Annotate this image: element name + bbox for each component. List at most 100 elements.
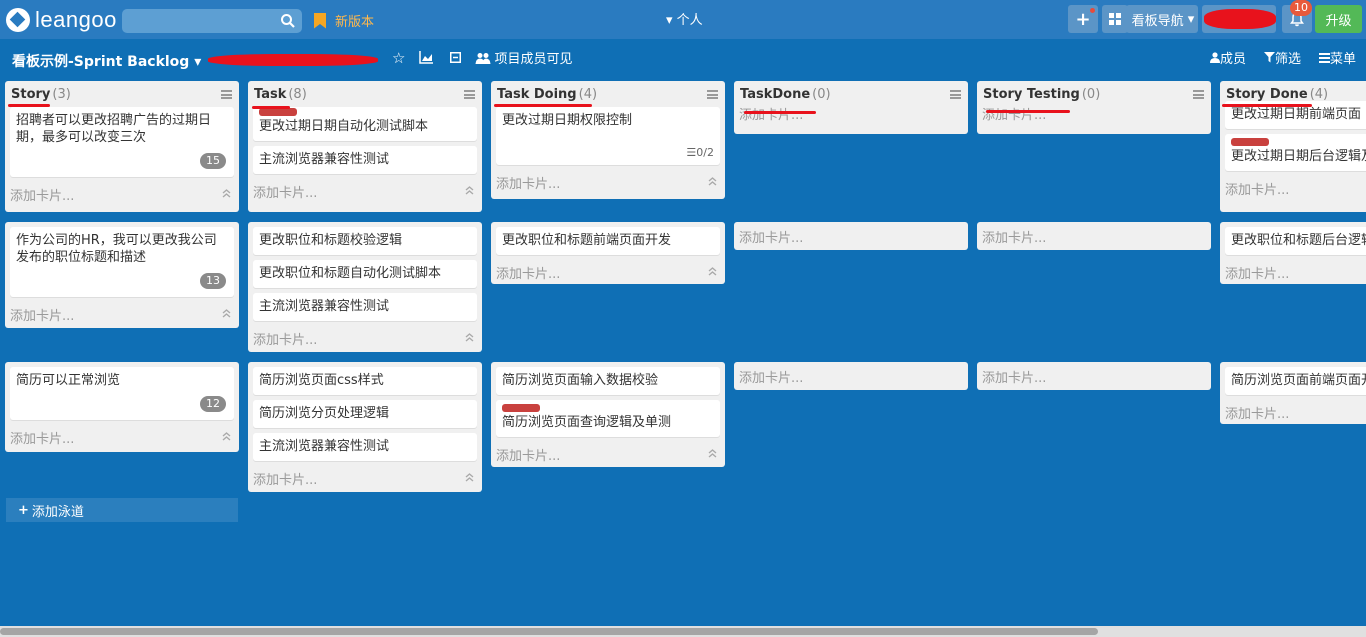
visibility-label: 项目成员可见 <box>494 52 573 67</box>
add-card-button[interactable]: 添加卡片... <box>491 260 725 285</box>
task-card[interactable]: 简历浏览分页处理逻辑 <box>253 400 477 428</box>
list-menu-icon[interactable] <box>464 90 475 99</box>
upgrade-button[interactable]: 升级 <box>1315 5 1362 33</box>
add-button[interactable]: + <box>1068 5 1098 33</box>
filter-button[interactable]: 筛选 <box>1263 48 1301 67</box>
task-card[interactable]: 更改职位和标题前端页面开发 <box>496 227 720 255</box>
add-card-label: 添加卡片... <box>982 107 1047 123</box>
collapse-icon[interactable] <box>708 449 717 458</box>
chart-icon[interactable] <box>419 51 434 64</box>
task-card[interactable]: 更改过期日期权限控制 ☰0/2 <box>496 107 720 165</box>
add-card-button[interactable]: 添加卡片... <box>248 326 482 351</box>
task-card[interactable]: 简历浏览页面css样式 <box>253 367 477 395</box>
story-card[interactable]: 更改过期日期后台逻辑及 <box>1225 134 1366 171</box>
add-card-button[interactable]: 添加卡片... <box>248 179 482 204</box>
card-count-badge: 13 <box>200 273 226 289</box>
list-taskdone-lane3: 添加卡片... <box>734 362 968 390</box>
task-card[interactable]: 主流浏览器兼容性测试 <box>253 146 477 174</box>
add-card-button[interactable]: 添加卡片... <box>977 362 1211 390</box>
column-count: (4) <box>578 86 598 102</box>
story-card[interactable]: 更改职位和标题后台逻辑 <box>1225 227 1366 255</box>
add-card-button[interactable]: 添加卡片... <box>248 466 482 491</box>
annotation-underline <box>252 106 290 109</box>
add-lane-label: 添加泳道 <box>31 504 84 520</box>
list-story-done-lane1: Story Done (4) 更改过期日期前端页面 更改过期日期后台逻辑及 添加卡… <box>1220 81 1366 212</box>
task-card[interactable]: 更改职位和标题自动化测试脚本 <box>253 260 477 288</box>
task-card[interactable]: 简历浏览页面输入数据校验 <box>496 367 720 395</box>
menu-button[interactable]: 菜单 <box>1318 48 1356 67</box>
card-title: 简历浏览分页处理逻辑 <box>259 406 390 421</box>
card-title: 更改职位和标题校验逻辑 <box>259 233 403 248</box>
star-icon[interactable]: ☆ <box>392 49 405 67</box>
add-card-button[interactable]: 添加卡片... <box>5 182 239 207</box>
add-card-button[interactable]: 添加卡片... <box>5 425 239 450</box>
collapse-icon[interactable] <box>465 333 474 342</box>
list-menu-icon[interactable] <box>221 90 232 99</box>
collapse-icon[interactable] <box>222 309 231 318</box>
board-title-dropdown[interactable]: 看板示例-Sprint Backlog ▾ <box>12 51 201 71</box>
add-card-button[interactable]: 添加卡片... <box>5 302 239 327</box>
card-title: 更改过期日期后台逻辑及 <box>1231 149 1366 164</box>
user-icon <box>1209 52 1220 63</box>
add-card-button[interactable]: 添加卡片... <box>734 362 968 390</box>
board-nav-dropdown[interactable]: 看板导航 ▾ <box>1126 5 1198 33</box>
column-title: Story Done <box>1226 86 1308 102</box>
list-menu-icon[interactable] <box>1193 90 1204 99</box>
add-card-button[interactable]: 添加卡片... <box>734 222 968 250</box>
collapse-icon[interactable] <box>708 267 717 276</box>
add-card-label: 添加卡片... <box>1225 183 1290 198</box>
task-card[interactable]: 简历浏览页面查询逻辑及单测 <box>496 400 720 437</box>
add-card-button[interactable]: 添加卡片... <box>1220 400 1366 425</box>
story-card[interactable]: 简历可以正常浏览 12 <box>10 367 234 420</box>
search-icon[interactable] <box>280 13 296 29</box>
add-card-button[interactable]: 添加卡片... <box>1220 260 1366 285</box>
story-card[interactable]: 作为公司的HR，我可以更改我公司发布的职位标题和描述 13 <box>10 227 234 297</box>
collapse-icon[interactable] <box>465 473 474 482</box>
card-title: 主流浏览器兼容性测试 <box>259 299 390 314</box>
visibility-setting[interactable]: 项目成员可见 <box>475 48 572 67</box>
search-input[interactable] <box>122 9 302 33</box>
list-menu-icon[interactable] <box>707 90 718 99</box>
add-lane-button[interactable]: + 添加泳道 <box>6 498 238 522</box>
collapse-icon[interactable] <box>222 189 231 198</box>
add-card-label: 添加卡片... <box>253 333 318 348</box>
task-card[interactable]: 更改职位和标题校验逻辑 <box>253 227 477 255</box>
task-card[interactable]: 更改过期日期自动化测试脚本 <box>253 107 477 141</box>
personal-label: 个人 <box>676 13 703 28</box>
new-version-label: 新版本 <box>335 15 375 30</box>
personal-dropdown[interactable]: ▾ 个人 <box>666 9 703 28</box>
user-menu[interactable] <box>1202 5 1276 33</box>
collapse-icon[interactable] <box>708 177 717 186</box>
add-card-label: 添加卡片... <box>1225 267 1290 282</box>
add-card-button[interactable]: 添加卡片... <box>491 442 725 467</box>
column-title: Story <box>11 86 51 102</box>
redacted-username <box>1204 9 1276 29</box>
add-card-label: 添加卡片... <box>1225 407 1290 422</box>
members-button[interactable]: 成员 <box>1209 48 1246 67</box>
add-card-button[interactable]: 添加卡片... <box>977 101 1211 125</box>
story-card[interactable]: 简历浏览页面前端页面开 <box>1225 367 1366 395</box>
list-menu-icon[interactable] <box>950 90 961 99</box>
collapse-icon[interactable] <box>222 432 231 441</box>
column-header-task[interactable]: Task (8) <box>248 81 482 107</box>
list-story-testing-lane2: 添加卡片... <box>977 222 1211 250</box>
archive-icon[interactable] <box>450 52 462 63</box>
grid-button[interactable] <box>1102 5 1128 33</box>
add-card-button[interactable]: 添加卡片... <box>1220 176 1366 201</box>
scrollbar-thumb[interactable] <box>0 628 1098 635</box>
logo[interactable]: leangoo <box>6 7 117 33</box>
task-card[interactable]: 主流浏览器兼容性测试 <box>253 433 477 461</box>
new-version-link[interactable]: 新版本 <box>314 11 374 30</box>
horizontal-scrollbar[interactable] <box>0 626 1366 637</box>
list-taskdone-lane1: TaskDone (0) 添加卡片... <box>734 81 968 134</box>
story-card[interactable]: 招聘者可以更改招聘广告的过期日期，最多可以改变三次 15 <box>10 107 234 177</box>
plus-icon: + <box>18 502 29 518</box>
card-title: 简历浏览页面查询逻辑及单测 <box>502 415 672 430</box>
task-card[interactable]: 主流浏览器兼容性测试 <box>253 293 477 321</box>
card-title: 更改过期日期权限控制 <box>502 113 633 128</box>
board-right-tools: 成员 筛选 菜单 <box>1209 48 1356 67</box>
add-card-button[interactable]: 添加卡片... <box>491 170 725 195</box>
annotation-underline <box>986 110 1070 113</box>
collapse-icon[interactable] <box>465 186 474 195</box>
add-card-button[interactable]: 添加卡片... <box>977 222 1211 250</box>
